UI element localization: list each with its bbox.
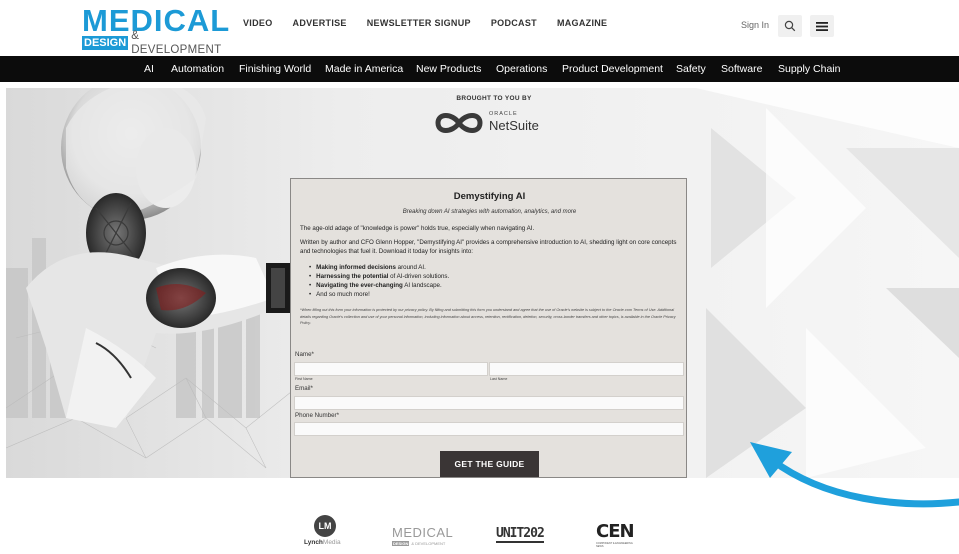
topnav-podcast[interactable]: PODCAST [491,18,537,28]
sponsor-logo[interactable]: ORACLE NetSuite [434,107,546,137]
lynchmedia-logo[interactable]: LM LynchMedia [304,515,354,553]
nav-operations[interactable]: Operations [496,63,547,75]
nav-ai[interactable]: AI [144,63,154,75]
cen-wordmark: CEN [596,521,635,542]
site-header: MEDICAL DESIGN & DEVELOPMENT VIDEO ADVER… [0,0,959,56]
last-name-input[interactable] [489,362,684,376]
nav-automation[interactable]: Automation [171,63,224,75]
form-subtitle: Breaking down AI strategies with automat… [402,209,577,215]
email-label: Email* [295,385,313,392]
nav-supply-chain[interactable]: Supply Chain [778,63,840,75]
list-item: Making informed decisions around AI. [309,263,669,272]
lynchmedia-wordmark: LynchMedia [304,539,341,546]
email-field[interactable] [294,396,684,410]
topnav-video[interactable]: VIDEO [243,18,273,28]
nav-product-development[interactable]: Product Development [562,63,663,75]
brought-to-you-by: BROUGHT TO YOU BY [456,95,532,102]
logo-design: DESIGN [82,36,129,50]
list-item: Navigating the ever-changing AI landscap… [309,281,669,290]
nav-new-products[interactable]: New Products [416,63,481,75]
get-the-guide-button[interactable]: GET THE GUIDE [440,451,539,477]
page-root: MEDICAL DESIGN & DEVELOPMENT VIDEO ADVER… [0,0,959,554]
cen-subline: COMPONENT & ENGINEERING NEWS [596,542,633,548]
phone-label: Phone Number* [295,412,340,419]
unit202-wordmark: UNIT202 [496,526,545,543]
unit202-logo[interactable]: UNIT202 [496,524,562,546]
phone-field[interactable] [294,422,684,436]
logo-subline: DESIGN & DEVELOPMENT [82,30,232,56]
nav-finishing-world[interactable]: Finishing World [239,63,311,75]
menu-button[interactable] [810,15,834,37]
top-nav: VIDEO ADVERTISE NEWSLETTER SIGNUP PODCAS… [243,18,627,28]
privacy-disclaimer: *When filling out this form your informa… [300,308,676,325]
topnav-advertise[interactable]: ADVERTISE [293,18,347,28]
sign-in-link[interactable]: Sign In [741,20,769,30]
lead-form-card: Demystifying AI Breaking down AI strateg… [290,178,687,478]
oracle-wordmark: ORACLE [489,111,518,117]
search-button[interactable] [778,15,802,37]
name-label: Name* [295,351,314,358]
arrow-icon [750,442,959,508]
mdd-footer-sub: DESIGN & DEVELOPMENT [392,540,446,546]
first-name-sublabel: First Name [295,377,313,381]
list-item: Harnessing the potential of AI-driven so… [309,272,669,281]
nav-made-in-america[interactable]: Made in America [325,63,403,75]
first-name-input[interactable] [294,362,488,376]
netsuite-infinity-icon [435,113,483,133]
search-icon [784,20,796,32]
topnav-magazine[interactable]: MAGAZINE [557,18,607,28]
category-nav: AI Automation Finishing World Made in Am… [0,56,959,82]
cen-logo[interactable]: CEN COMPONENT & ENGINEERING NEWS [596,522,636,552]
site-logo[interactable]: MEDICAL DESIGN & DEVELOPMENT [82,4,232,56]
list-item: And so much more! [309,290,669,299]
mdd-footer-logo[interactable]: MEDICAL DESIGN & DEVELOPMENT [392,526,462,552]
lynchmedia-badge: LM [314,515,336,537]
last-name-sublabel: Last Name [490,377,508,381]
hamburger-menu-icon [816,21,828,31]
nav-safety[interactable]: Safety [676,63,706,75]
form-intro: The age-old adage of "knowledge is power… [300,225,535,232]
topnav-newsletter-signup[interactable]: NEWSLETTER SIGNUP [367,18,471,28]
form-title: Demystifying AI [453,191,526,202]
mdd-footer-main: MEDICAL [392,525,454,540]
netsuite-wordmark: NetSuite [489,118,539,133]
nav-software[interactable]: Software [721,63,762,75]
form-bullet-list: Making informed decisions around AI. Har… [309,263,669,299]
logo-development: & DEVELOPMENT [131,30,222,56]
form-description: Written by author and CFO Glenn Hopper, … [300,239,677,255]
